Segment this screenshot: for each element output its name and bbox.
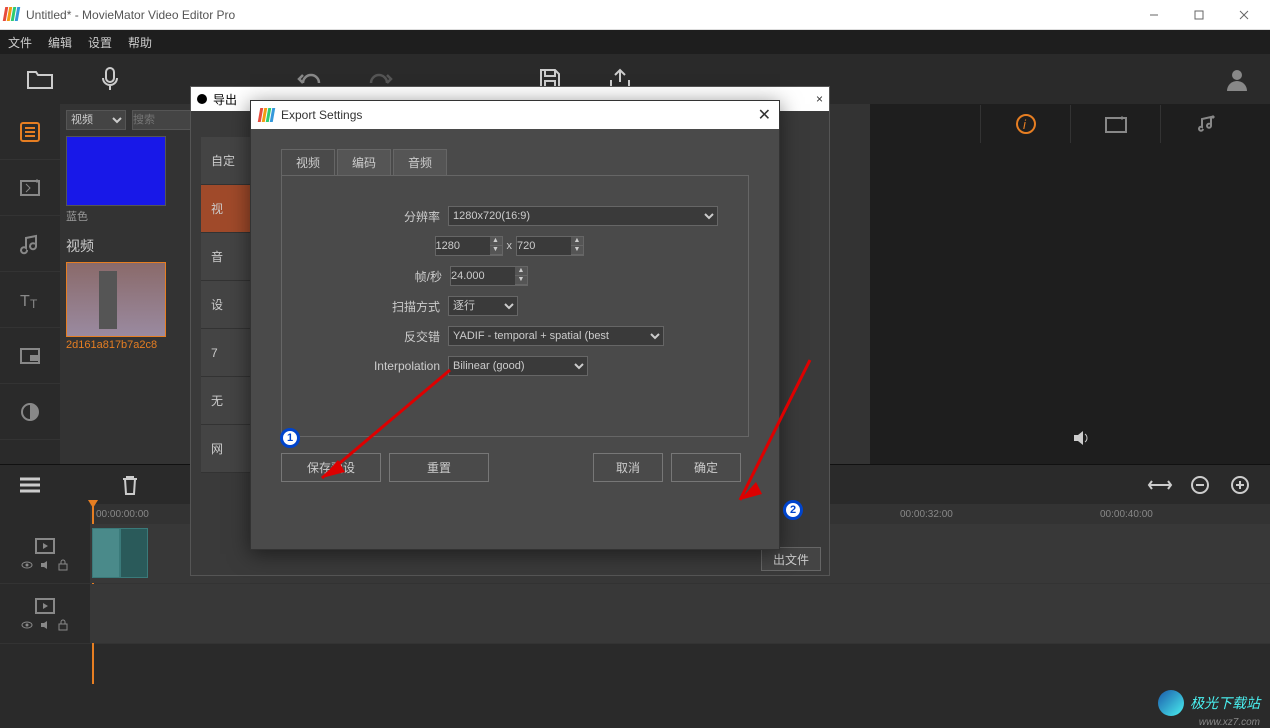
video-track-icon: [34, 597, 56, 615]
volume-icon[interactable]: [1072, 429, 1090, 447]
window-titlebar: Untitled* - MovieMator Video Editor Pro: [0, 0, 1270, 30]
scan-select[interactable]: 逐行: [448, 296, 518, 316]
annotation-1: 1: [280, 428, 300, 448]
svg-text:T: T: [30, 297, 38, 311]
video-thumb-label: 2d161a817b7a2c8: [66, 339, 166, 351]
interpolation-select[interactable]: Bilinear (good): [448, 356, 588, 376]
menu-bar: 文件 编辑 设置 帮助: [0, 30, 1270, 54]
by-label: x: [507, 240, 513, 252]
dialog-titlebar: Export Settings ✕: [251, 101, 779, 129]
tab-video[interactable]: 视频: [281, 149, 335, 175]
svg-text:T: T: [20, 293, 30, 310]
zoom-out-button[interactable]: [1180, 465, 1220, 505]
fps-label: 帧/秒: [415, 268, 442, 285]
reset-button[interactable]: 重置: [389, 453, 489, 482]
settings-tabs: 视频 编码 音频: [281, 149, 749, 176]
nav-media[interactable]: [0, 104, 60, 160]
mute-icon[interactable]: [39, 619, 51, 631]
fit-button[interactable]: [1140, 465, 1180, 505]
export-settings-dialog: Export Settings ✕ 视频 编码 音频 分辨率 1280x720(…: [250, 100, 780, 550]
nav-text[interactable]: TT: [0, 272, 60, 328]
width-input[interactable]: ▲▼: [435, 236, 503, 256]
watermark: 极光下载站 www.xz7.com: [1158, 690, 1260, 716]
watermark-url: www.xz7.com: [1199, 717, 1260, 728]
preview-panel: i: [870, 104, 1270, 464]
eye-icon[interactable]: [21, 559, 33, 571]
video-tab-panel: 分辨率 1280x720(16:9) ▲▼ x ▲▼ 帧/秒 ▲▼ 扫描方式 逐…: [281, 176, 749, 437]
zoom-in-button[interactable]: [1220, 465, 1260, 505]
tab-info[interactable]: i: [980, 105, 1070, 143]
export-dialog-title: 导出: [213, 91, 237, 108]
save-preset-button[interactable]: 保存预设: [281, 453, 381, 482]
nav-color[interactable]: [0, 384, 60, 440]
tab-audio[interactable]: 音频: [393, 149, 447, 175]
tab-video-fx[interactable]: [1070, 105, 1160, 143]
ruler-tick: 00:00:00:00: [96, 509, 149, 520]
menu-help[interactable]: 帮助: [128, 34, 152, 51]
menu-settings[interactable]: 设置: [88, 34, 112, 51]
track-head: [0, 524, 90, 583]
resolution-label: 分辨率: [404, 208, 440, 225]
lock-icon[interactable]: [57, 619, 69, 631]
timeline-menu-button[interactable]: [10, 465, 50, 505]
scan-label: 扫描方式: [392, 298, 440, 315]
cancel-button[interactable]: 取消: [593, 453, 663, 482]
lock-icon[interactable]: [57, 559, 69, 571]
window-title: Untitled* - MovieMator Video Editor Pro: [26, 8, 1131, 22]
app-logo-icon: [4, 7, 20, 23]
track-head: [0, 584, 90, 643]
tab-audio-fx[interactable]: [1160, 105, 1250, 143]
menu-edit[interactable]: 编辑: [48, 34, 72, 51]
menu-file[interactable]: 文件: [8, 34, 32, 51]
height-input[interactable]: ▲▼: [516, 236, 584, 256]
watermark-logo-icon: [1158, 690, 1184, 716]
media-type-select[interactable]: 视频: [66, 110, 126, 130]
delete-button[interactable]: [110, 465, 150, 505]
color-thumb-blue[interactable]: [66, 136, 166, 206]
nav-music[interactable]: [0, 216, 60, 272]
deinterlace-select[interactable]: YADIF - temporal + spatial (best: [448, 326, 664, 346]
dialog-close-button[interactable]: ✕: [758, 105, 771, 125]
left-nav: TT: [0, 104, 60, 464]
dialog-icon: [197, 94, 207, 104]
close-button[interactable]: [1221, 0, 1266, 30]
svg-text:i: i: [1023, 117, 1027, 132]
output-file-button[interactable]: 出文件: [761, 547, 821, 571]
video-thumb[interactable]: [66, 262, 166, 337]
eye-icon[interactable]: [21, 619, 33, 631]
ruler-tick: 00:00:40:00: [1100, 509, 1153, 520]
user-avatar-icon[interactable]: [1224, 66, 1250, 92]
video-track-icon: [34, 537, 56, 555]
maximize-button[interactable]: [1176, 0, 1221, 30]
timeline-clip[interactable]: [92, 528, 148, 578]
annotation-2: 2: [783, 500, 803, 520]
app-logo-icon: [259, 108, 275, 122]
watermark-text: 极光下载站: [1190, 693, 1260, 713]
nav-pip[interactable]: [0, 328, 60, 384]
tab-encode[interactable]: 编码: [337, 149, 391, 175]
interpolation-label: Interpolation: [374, 359, 440, 373]
video-track-2: [0, 584, 1270, 644]
mute-icon[interactable]: [39, 559, 51, 571]
fps-input[interactable]: ▲▼: [450, 266, 528, 286]
track-body[interactable]: [90, 584, 1270, 643]
resolution-select[interactable]: 1280x720(16:9): [448, 206, 718, 226]
record-button[interactable]: [90, 59, 130, 99]
ruler-tick: 00:00:32:00: [900, 509, 953, 520]
deinterlace-label: 反交错: [404, 328, 440, 345]
minimize-button[interactable]: [1131, 0, 1176, 30]
export-close-button[interactable]: ×: [816, 92, 823, 106]
nav-effects[interactable]: [0, 160, 60, 216]
open-folder-button[interactable]: [20, 59, 60, 99]
dialog-title: Export Settings: [281, 108, 362, 122]
ok-button[interactable]: 确定: [671, 453, 741, 482]
